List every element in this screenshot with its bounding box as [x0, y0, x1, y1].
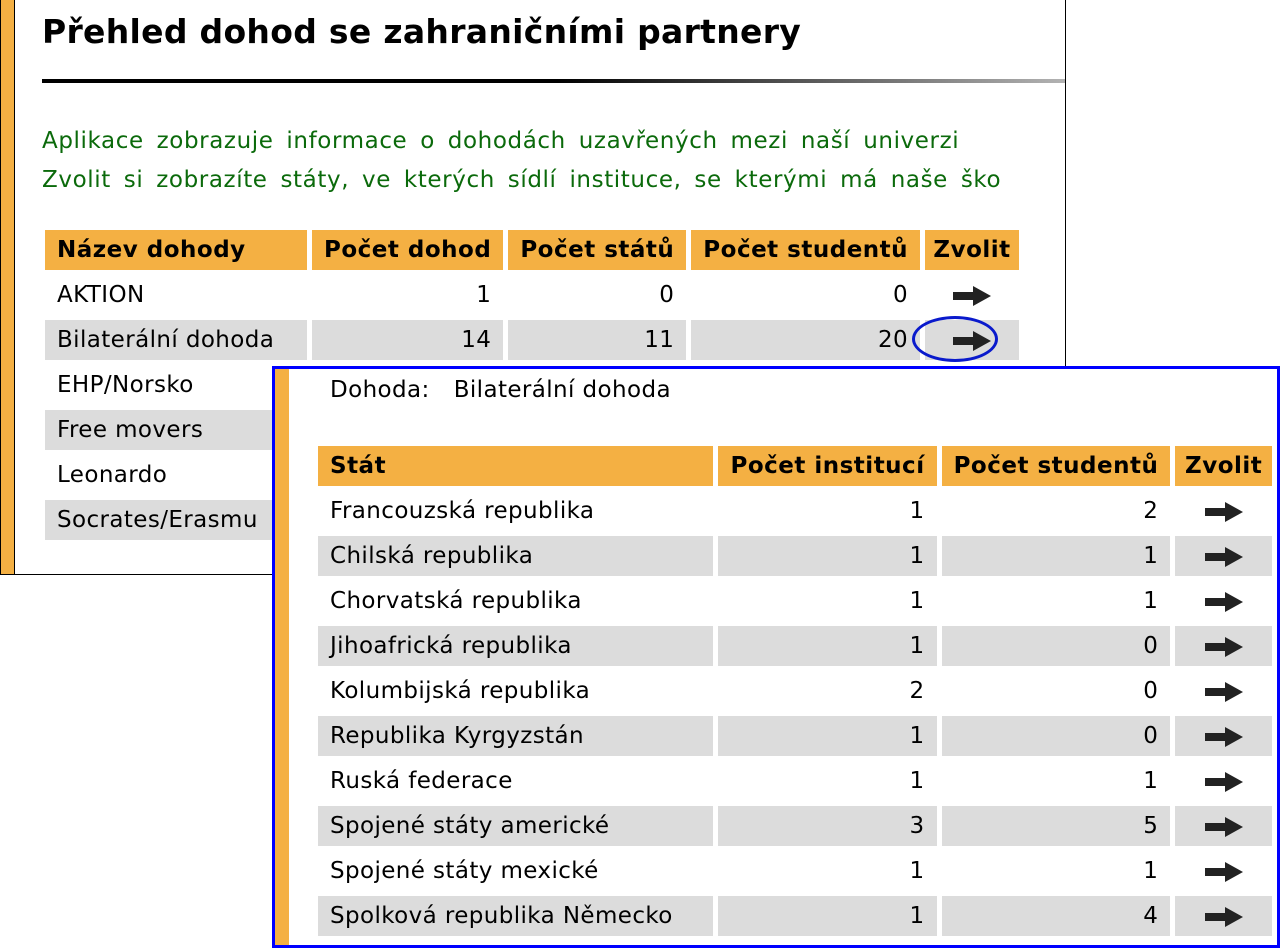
student-count: 20	[691, 320, 921, 360]
agreement-name: Leonardo	[45, 455, 307, 495]
table-row: Chilská republika 1 1	[318, 536, 1272, 576]
agreement-name: Socrates/Erasmu	[45, 500, 307, 540]
state-count: 11	[508, 320, 687, 360]
table-row: Chorvatská republika 1 1	[318, 581, 1272, 621]
institution-count: 1	[718, 896, 937, 936]
agreement-name: Bilaterální dohoda	[45, 320, 307, 360]
selected-agreement: Dohoda: Bilaterální dohoda	[330, 377, 671, 403]
institution-count: 1	[718, 491, 937, 531]
title-divider	[42, 79, 1065, 83]
agreement-value: Bilaterální dohoda	[453, 377, 671, 403]
institution-count: 1	[718, 851, 937, 891]
header-pocet-studentu: Počet studentů	[941, 446, 1171, 486]
student-count: 1	[941, 761, 1171, 801]
arrow-right-icon[interactable]	[1204, 636, 1244, 658]
institution-count: 3	[718, 806, 937, 846]
arrow-right-icon[interactable]	[1204, 726, 1244, 748]
state-name: Spolková republika Německo	[318, 896, 714, 936]
arrow-right-icon[interactable]	[1204, 771, 1244, 793]
agreement-detail-window: Dohoda: Bilaterální dohoda Stát Počet ins…	[272, 366, 1280, 948]
student-count: 5	[941, 806, 1171, 846]
table-row: Republika Kyrgyzstán 1 0	[318, 716, 1272, 756]
state-name: Jihoafrická republika	[318, 626, 714, 666]
student-count: 2	[941, 491, 1171, 531]
arrow-right-icon[interactable]	[1204, 501, 1244, 523]
table-row: Jihoafrická republika 1 0	[318, 626, 1272, 666]
state-name: Kolumbijská republika	[318, 671, 714, 711]
institution-count: 2	[718, 671, 937, 711]
table-header-row: Stát Počet institucí Počet studentů Zvol…	[318, 446, 1272, 486]
intro-text: Aplikace zobrazuje informace o dohodách …	[42, 122, 1065, 200]
state-name: Ruská federace	[318, 761, 714, 801]
accent-bar	[275, 369, 289, 945]
arrow-right-icon[interactable]	[952, 330, 992, 352]
table-row: Ruská federace 1 1	[318, 761, 1272, 801]
institution-count: 1	[718, 581, 937, 621]
institution-count: 1	[718, 761, 937, 801]
state-name: Republika Kyrgyzstán	[318, 716, 714, 756]
header-pocet-instituci: Počet institucí	[718, 446, 937, 486]
student-count: 4	[941, 896, 1171, 936]
student-count: 1	[941, 851, 1171, 891]
table-header-row: Název dohody Počet dohod Počet států Poč…	[45, 230, 1020, 270]
state-count: 0	[508, 275, 687, 315]
arrow-right-icon[interactable]	[1204, 546, 1244, 568]
header-pocet-statu: Počet států	[508, 230, 687, 270]
intro-line-2: Zvolit si zobrazíte státy, ve kterých sí…	[42, 167, 1002, 193]
header-zvolit: Zvolit	[1175, 446, 1272, 486]
student-count: 1	[941, 581, 1171, 621]
state-name: Spojené státy mexické	[318, 851, 714, 891]
table-row: AKTION 1 0 0	[45, 275, 1020, 315]
institution-count: 1	[718, 716, 937, 756]
state-name: Chorvatská republika	[318, 581, 714, 621]
header-pocet-studentu: Počet studentů	[691, 230, 921, 270]
table-row: Spolková republika Německo 1 4	[318, 896, 1272, 936]
intro-line-1: Aplikace zobrazuje informace o dohodách …	[42, 128, 960, 154]
arrow-right-icon[interactable]	[1204, 906, 1244, 928]
arrow-right-icon[interactable]	[1204, 591, 1244, 613]
agreement-count: 14	[312, 320, 504, 360]
arrow-right-icon[interactable]	[1204, 681, 1244, 703]
agreement-name: AKTION	[45, 275, 307, 315]
student-count: 0	[941, 671, 1171, 711]
agreement-count: 1	[312, 275, 504, 315]
table-row: Bilaterální dohoda 14 11 20	[45, 320, 1020, 360]
states-table: Stát Počet institucí Počet studentů Zvol…	[313, 441, 1277, 941]
institution-count: 1	[718, 536, 937, 576]
student-count: 0	[941, 626, 1171, 666]
header-stat: Stát	[318, 446, 714, 486]
header-pocet-dohod: Počet dohod	[312, 230, 504, 270]
agreement-name: EHP/Norsko	[45, 365, 307, 405]
page-title: Přehled dohod se zahraničními partnery	[42, 12, 802, 51]
accent-bar	[0, 0, 15, 574]
agreement-name: Free movers	[45, 410, 307, 450]
table-row: Spojené státy mexické 1 1	[318, 851, 1272, 891]
institution-count: 1	[718, 626, 937, 666]
header-zvolit: Zvolit	[925, 230, 1020, 270]
header-nazev-dohody: Název dohody	[45, 230, 307, 270]
state-name: Francouzská republika	[318, 491, 714, 531]
state-name: Chilská republika	[318, 536, 714, 576]
arrow-right-icon[interactable]	[952, 285, 992, 307]
arrow-right-icon[interactable]	[1204, 816, 1244, 838]
student-count: 0	[941, 716, 1171, 756]
table-row: Francouzská republika 1 2	[318, 491, 1272, 531]
student-count: 1	[941, 536, 1171, 576]
arrow-right-icon[interactable]	[1204, 861, 1244, 883]
agreement-label: Dohoda:	[330, 377, 430, 403]
table-row: Kolumbijská republika 2 0	[318, 671, 1272, 711]
state-name: Spojené státy americké	[318, 806, 714, 846]
table-row: Spojené státy americké 3 5	[318, 806, 1272, 846]
student-count: 0	[691, 275, 921, 315]
